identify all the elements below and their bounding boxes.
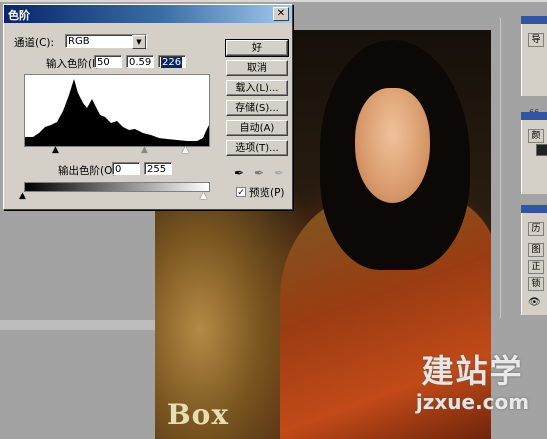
preview-checkbox[interactable]: ✓ (236, 187, 246, 198)
history-panel[interactable]: 历 图 正 锁 👁 (521, 205, 547, 315)
load-button[interactable]: 载入(L)... (226, 80, 288, 96)
navigator-panel[interactable]: 导 66 (521, 16, 547, 117)
input-black-field[interactable]: 50 (94, 55, 122, 68)
histogram (24, 74, 210, 147)
input-gamma-field[interactable]: 0.59 (126, 55, 154, 68)
watermark-url: jzxue.com (415, 390, 530, 414)
panel-header[interactable] (521, 16, 547, 24)
watermark-title: 建站学 (421, 352, 524, 390)
input-white-value: 226 (161, 57, 183, 68)
preview-label: 预览(P) (249, 187, 285, 199)
save-button[interactable]: 存储(S)... (226, 100, 288, 116)
navigator-tab[interactable]: 导 (528, 33, 544, 47)
status-bar (0, 320, 155, 330)
layers-tab[interactable]: 图 (528, 243, 544, 257)
canvas-scrollbar[interactable] (500, 18, 513, 318)
chevron-down-icon[interactable]: ▼ (132, 35, 146, 49)
output-gradient-bar (24, 182, 210, 192)
input-slider[interactable]: ▲ ▲ ▲ (24, 146, 208, 156)
output-black-handle[interactable]: ▲ (19, 192, 26, 201)
lock-label: 锁 (528, 277, 544, 291)
foreground-swatch[interactable] (536, 144, 547, 156)
dialog-title: 色阶 (8, 9, 30, 22)
white-eyedropper-icon[interactable]: ✒ (274, 166, 284, 180)
cancel-button[interactable]: 取消 (226, 60, 288, 76)
blend-mode-field[interactable]: 正 (528, 260, 544, 274)
output-black-field[interactable]: 0 (112, 162, 140, 175)
photo-caption: Box (167, 398, 230, 431)
history-tab[interactable]: 历 (528, 222, 544, 236)
dialog-titlebar[interactable]: 色阶 ✕ (4, 5, 292, 23)
gray-eyedropper-icon[interactable]: ✒ (254, 166, 264, 180)
output-white-handle[interactable]: ▲ (200, 192, 207, 201)
close-button[interactable]: ✕ (273, 7, 289, 21)
histogram-graph (25, 79, 209, 146)
input-white-field[interactable]: 226 (158, 55, 186, 68)
output-levels-label: 输出色阶(O): (58, 165, 120, 177)
visibility-eye-icon[interactable]: 👁 (528, 297, 541, 308)
levels-dialog: 色阶 ✕ 通道(C): RGB ▼ 输入色阶(I): 50 0.59 226 ▲… (3, 4, 293, 210)
input-black-handle[interactable]: ▲ (52, 146, 59, 155)
panel-header[interactable] (521, 205, 547, 213)
channel-label: 通道(C): (14, 37, 55, 49)
color-tab[interactable]: 颜 (528, 129, 544, 143)
options-button[interactable]: 选项(T)... (226, 140, 288, 156)
ok-button[interactable]: 好 (225, 39, 289, 57)
black-eyedropper-icon[interactable]: ✒ (234, 166, 244, 180)
histogram-fill (25, 79, 209, 146)
channel-select[interactable]: RGB ▼ (65, 34, 147, 49)
auto-button[interactable]: 自动(A) (226, 120, 288, 136)
channel-value: RGB (68, 36, 90, 47)
input-white-handle[interactable]: ▲ (182, 146, 189, 155)
output-white-field[interactable]: 255 (144, 162, 172, 175)
face-shape (355, 88, 430, 203)
panel-header[interactable] (521, 112, 547, 120)
watermark: 建站学 jzxue.com (398, 352, 547, 414)
input-gamma-handle[interactable]: ▲ (141, 146, 148, 155)
top-border (0, 0, 547, 2)
color-panel[interactable]: 颜 (521, 112, 547, 194)
